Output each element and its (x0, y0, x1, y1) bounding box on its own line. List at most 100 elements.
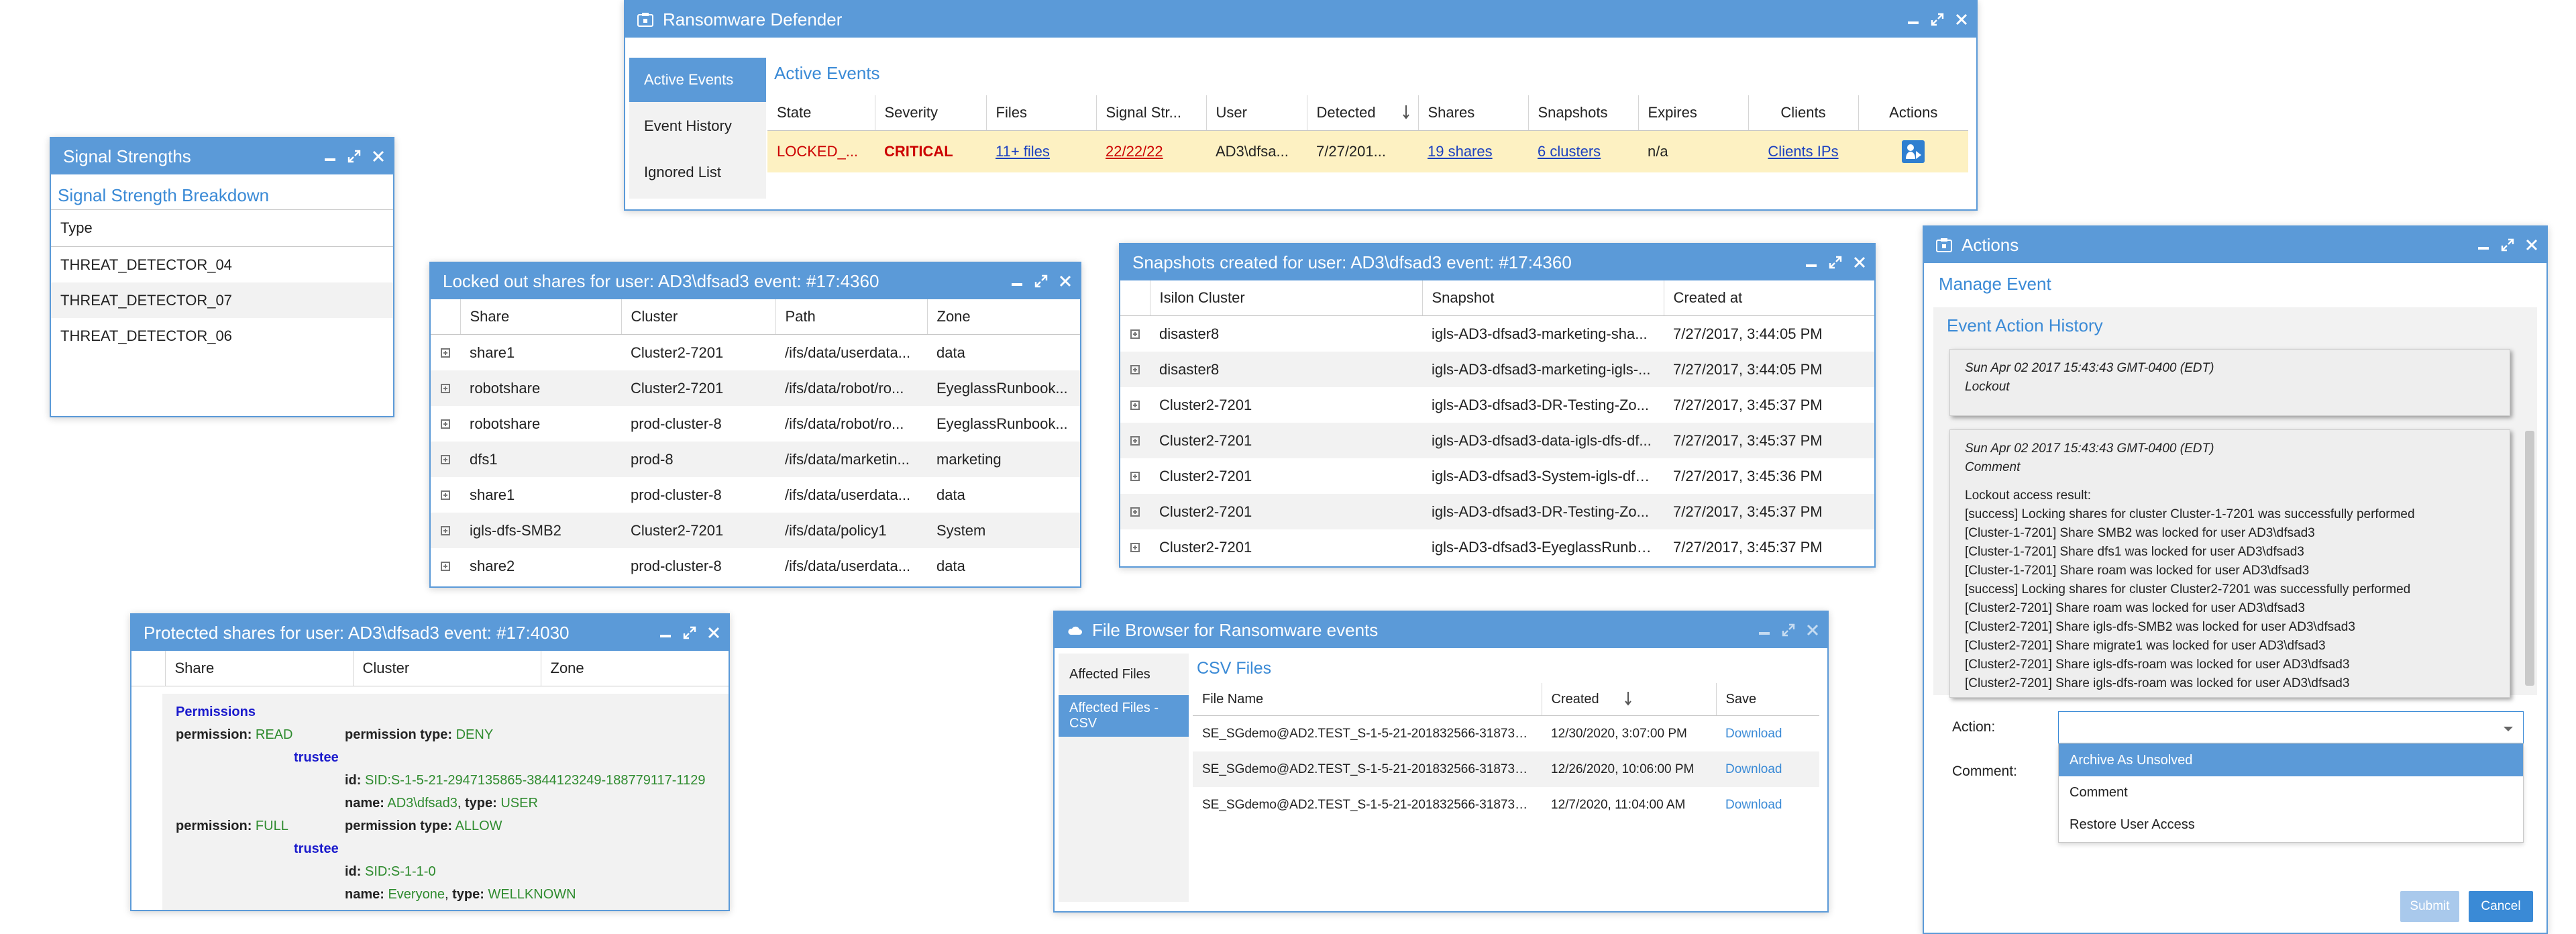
col-actions[interactable]: Actions (1858, 95, 1968, 131)
table-row[interactable]: SE_SGdemo@AD2.TEST_S-1-5-21-201832566-31… (1193, 716, 1819, 752)
col-user[interactable]: User (1206, 95, 1307, 131)
table-row[interactable]: dfs1 prod-8/ifs/data/marketin... marketing (431, 442, 1080, 477)
close-icon[interactable] (707, 626, 720, 639)
col-files[interactable]: Files (986, 95, 1097, 131)
minimize-icon[interactable] (659, 626, 672, 639)
table-row[interactable]: robotshare Cluster2-7201/ifs/data/robot/r… (431, 370, 1080, 406)
table-row[interactable]: Cluster2-7201 igls-AD3-dfsad3-DR-Testing-… (1120, 387, 1874, 423)
minimize-icon[interactable] (1010, 274, 1024, 288)
table-row[interactable]: Cluster2-7201 igls-AD3-dfsad3-System-igls… (1120, 458, 1874, 494)
close-icon[interactable] (372, 150, 385, 163)
table-row[interactable]: Cluster2-7201 igls-AD3-dfsad3-DR-Testing-… (1120, 494, 1874, 529)
maximize-icon[interactable] (1931, 13, 1944, 26)
expand-icon[interactable] (1130, 400, 1140, 410)
nav-affected-files-csv[interactable]: Affected Files - CSV (1059, 695, 1189, 737)
expand-icon[interactable] (1130, 471, 1140, 481)
col-save[interactable]: Save (1716, 683, 1819, 716)
download-link[interactable]: Download (1725, 798, 1782, 812)
nav-ignored-list[interactable]: Ignored List (629, 150, 766, 195)
minimize-icon[interactable] (2477, 238, 2490, 252)
defender-titlebar[interactable]: Ransomware Defender (625, 1, 1976, 38)
protected-titlebar[interactable]: Protected shares for user: AD3\dfsad3 ev… (131, 615, 729, 651)
maximize-icon[interactable] (1034, 274, 1048, 288)
actions-titlebar[interactable]: Actions (1924, 227, 2546, 263)
table-row[interactable]: Cluster2-7201 igls-AD3-dfsad3-data-igls-d… (1120, 423, 1874, 458)
col-type[interactable]: Type (51, 209, 393, 247)
col-cluster[interactable]: Cluster (621, 299, 776, 335)
action-select[interactable] (2058, 711, 2524, 743)
close-icon[interactable] (2525, 238, 2538, 252)
table-row[interactable]: THREAT_DETECTOR_04 (51, 247, 393, 283)
close-icon[interactable] (1059, 274, 1072, 288)
expand-icon[interactable] (1130, 507, 1140, 517)
table-row[interactable]: share1 prod-cluster-8/ifs/data/userdata..… (431, 477, 1080, 513)
minimize-icon[interactable] (323, 150, 337, 163)
snapshots-titlebar[interactable]: Snapshots created for user: AD3\dfsad3 e… (1120, 244, 1874, 280)
nav-event-history[interactable]: Event History (629, 102, 766, 150)
col-snapshot[interactable]: Snapshot (1422, 280, 1664, 316)
nav-active-events[interactable]: Active Events (629, 58, 766, 102)
table-row[interactable]: THREAT_DETECTOR_06 (51, 318, 393, 354)
table-row[interactable]: LOCKED_... CRITICAL 11+ files 22/22/22 A… (767, 130, 1968, 172)
table-row[interactable]: SE_SGdemo@AD2.TEST_S-1-5-21-201832566-31… (1193, 751, 1819, 787)
table-row[interactable]: disaster8 igls-AD3-dfsad3-marketing-igls-… (1120, 352, 1874, 387)
col-state[interactable]: State (767, 95, 875, 131)
maximize-icon[interactable] (1829, 256, 1842, 269)
maximize-icon[interactable] (1782, 623, 1795, 637)
shares-link[interactable]: 19 shares (1428, 143, 1493, 160)
col-severity[interactable]: Severity (875, 95, 987, 131)
snapshots-link[interactable]: 6 clusters (1538, 143, 1601, 160)
expand-icon[interactable] (1130, 435, 1140, 446)
col-path[interactable]: Path (775, 299, 928, 335)
submit-button[interactable]: Submit (2400, 891, 2459, 922)
minimize-icon[interactable] (1805, 256, 1818, 269)
maximize-icon[interactable] (2501, 238, 2514, 252)
expand-icon[interactable] (441, 383, 450, 393)
expand-icon[interactable] (441, 348, 450, 358)
clients-link[interactable]: Clients IPs (1768, 143, 1838, 160)
col-cluster[interactable]: Cluster (353, 651, 541, 686)
table-row[interactable]: robotshare prod-cluster-8/ifs/data/robot/… (431, 406, 1080, 442)
col-snapshots[interactable]: Snapshots (1528, 95, 1639, 131)
col-shares[interactable]: Shares (1418, 95, 1529, 131)
expand-icon[interactable] (441, 419, 450, 429)
files-link[interactable]: 11+ files (996, 143, 1050, 160)
manage-event-icon[interactable] (1902, 140, 1925, 163)
close-icon[interactable] (1955, 13, 1968, 26)
table-row[interactable]: share1 Cluster2-7201/ifs/data/userdata...… (431, 335, 1080, 371)
expand-icon[interactable] (1130, 329, 1140, 339)
table-row[interactable]: THREAT_DETECTOR_07 (51, 282, 393, 318)
option-archive-as-unsolved[interactable]: Archive As Unsolved (2059, 744, 2523, 776)
minimize-icon[interactable] (1758, 623, 1771, 637)
col-zone[interactable]: Zone (541, 651, 729, 686)
expand-icon[interactable] (441, 490, 450, 500)
download-link[interactable]: Download (1725, 762, 1782, 776)
table-row[interactable]: igls-dfs-SMB2 Cluster2-7201/ifs/data/poli… (431, 513, 1080, 548)
close-icon[interactable] (1853, 256, 1866, 269)
col-file-name[interactable]: File Name (1193, 683, 1542, 716)
col-detected[interactable]: Detected (1307, 95, 1419, 131)
col-created-at[interactable]: Created at (1664, 280, 1874, 316)
signal-titlebar[interactable]: Signal Strengths (51, 138, 393, 174)
col-clients[interactable]: Clients (1748, 95, 1859, 131)
col-share[interactable]: Share (165, 651, 354, 686)
download-link[interactable]: Download (1725, 727, 1782, 741)
table-row[interactable]: disaster8 igls-AD3-dfsad3-marketing-sha..… (1120, 316, 1874, 352)
expand-icon[interactable] (441, 561, 450, 571)
table-row[interactable]: share2 prod-cluster-8/ifs/data/userdata..… (431, 548, 1080, 584)
col-expires[interactable]: Expires (1638, 95, 1749, 131)
expand-icon[interactable] (1130, 364, 1140, 374)
table-row[interactable]: SE_SGdemo@AD2.TEST_S-1-5-21-201832566-31… (1193, 787, 1819, 823)
signal-link[interactable]: 22/22/22 (1106, 143, 1163, 160)
col-share[interactable]: Share (460, 299, 622, 335)
expand-icon[interactable] (441, 454, 450, 464)
col-isilon-cluster[interactable]: Isilon Cluster (1150, 280, 1423, 316)
expand-icon[interactable] (441, 525, 450, 535)
history-scrollbar[interactable] (2525, 431, 2534, 686)
option-comment[interactable]: Comment (2059, 776, 2523, 809)
maximize-icon[interactable] (347, 150, 361, 163)
expand-icon[interactable] (1130, 542, 1140, 552)
close-icon[interactable] (1806, 623, 1819, 637)
maximize-icon[interactable] (683, 626, 696, 639)
cancel-button[interactable]: Cancel (2469, 891, 2533, 922)
